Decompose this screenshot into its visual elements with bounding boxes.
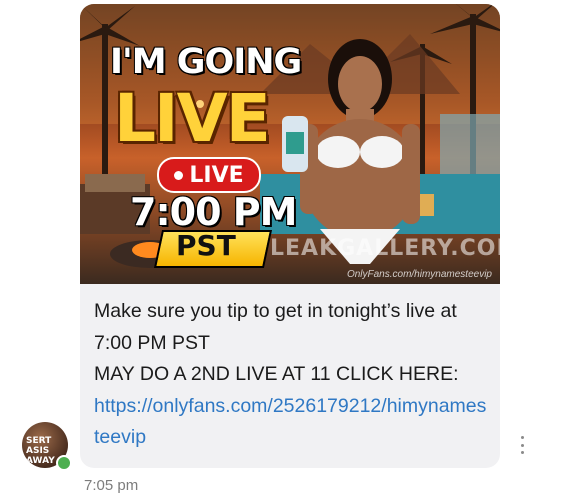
headline-im-going: I'M GOING [110,42,302,82]
live-dot-icon [174,170,184,180]
live-badge: LIVE [157,157,261,193]
headline-timezone: PST [176,229,236,262]
vertical-ellipsis-icon[interactable] [515,436,529,454]
dot [520,436,524,439]
promo-headline: I'M GOING LIVE LIVE 7:00 PM PST [80,4,302,284]
online-status-icon [56,455,72,471]
headline-live: LIVE [114,80,271,157]
image-source-caption: OnlyFans.com/himynamesteevip [346,269,492,280]
message-body: Make sure you tip to get in tonight’s li… [94,296,490,454]
dot [520,451,524,454]
dot [520,443,524,447]
message-line-1: Make sure you tip to get in tonight’s li… [94,300,457,354]
image-watermark: LEAKGALLERY.COM [270,236,500,261]
message-link[interactable]: https://onlyfans.com/2526179212/himyname… [94,391,490,454]
message-image[interactable]: I'M GOING LIVE LIVE 7:00 PM PST LEAKGALL… [80,4,500,284]
message-timestamp: 7:05 pm [84,477,139,494]
avatar-logo-text: SERT ASIS AWAY [26,436,55,466]
message-bubble[interactable]: I'M GOING LIVE LIVE 7:00 PM PST LEAKGALL… [80,4,500,468]
message-line-2: MAY DO A 2ND LIVE AT 11 CLICK HERE: [94,363,459,385]
headline-time: 7:00 PM [130,190,297,234]
live-badge-label: LIVE [189,162,244,188]
